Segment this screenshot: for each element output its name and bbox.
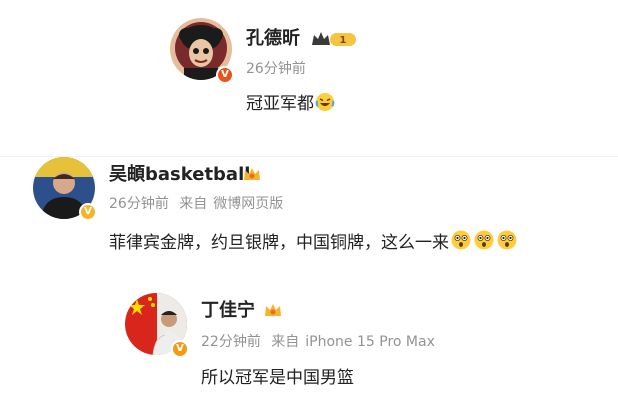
timestamp: 26分钟前	[246, 61, 306, 77]
comment-meta: 26分钟前 来自 微博网页版	[109, 195, 289, 213]
astonished-emoji-icon	[474, 230, 494, 250]
source-label: iPhone 15 Pro Max	[305, 334, 435, 350]
timestamp: 26分钟前	[109, 196, 169, 212]
source-prefix: 来自	[179, 196, 208, 212]
comment-body: 所以冠军是中国男篮	[201, 368, 354, 388]
verified-badge-icon: V	[216, 66, 234, 84]
crown-level-icon: 1	[312, 32, 356, 46]
astonished-emoji-icon	[451, 230, 471, 250]
crown-icon	[265, 304, 281, 316]
username[interactable]: 丁佳宁	[201, 300, 255, 322]
comment-body: 菲律宾金牌，约旦银牌，中国铜牌，这么一来	[109, 233, 449, 253]
comment-text: 所以冠军是中国男篮	[201, 367, 354, 389]
laughing-tears-emoji-icon	[315, 93, 335, 111]
level-number: 1	[340, 35, 347, 46]
verified-badge-icon: V	[79, 203, 97, 221]
source-label: 微博网页版	[213, 196, 284, 212]
divider	[0, 156, 618, 157]
crown-icon	[244, 168, 260, 180]
astonished-emoji-icon	[497, 230, 517, 250]
comment-text: 菲律宾金牌，约旦银牌，中国铜牌，这么一来	[109, 229, 518, 254]
source-prefix: 来自	[271, 334, 300, 350]
comment-text: 冠亚军都	[246, 92, 335, 115]
comment-meta: 22分钟前 来自 iPhone 15 Pro Max	[201, 333, 441, 351]
username[interactable]: 孔德昕	[246, 28, 300, 50]
comment-body: 冠亚军都	[246, 94, 314, 114]
verified-badge-icon: V	[171, 340, 189, 358]
username[interactable]: 吴頔basketball	[109, 164, 250, 186]
timestamp: 22分钟前	[201, 334, 261, 350]
comment-meta: 26分钟前	[246, 60, 312, 78]
